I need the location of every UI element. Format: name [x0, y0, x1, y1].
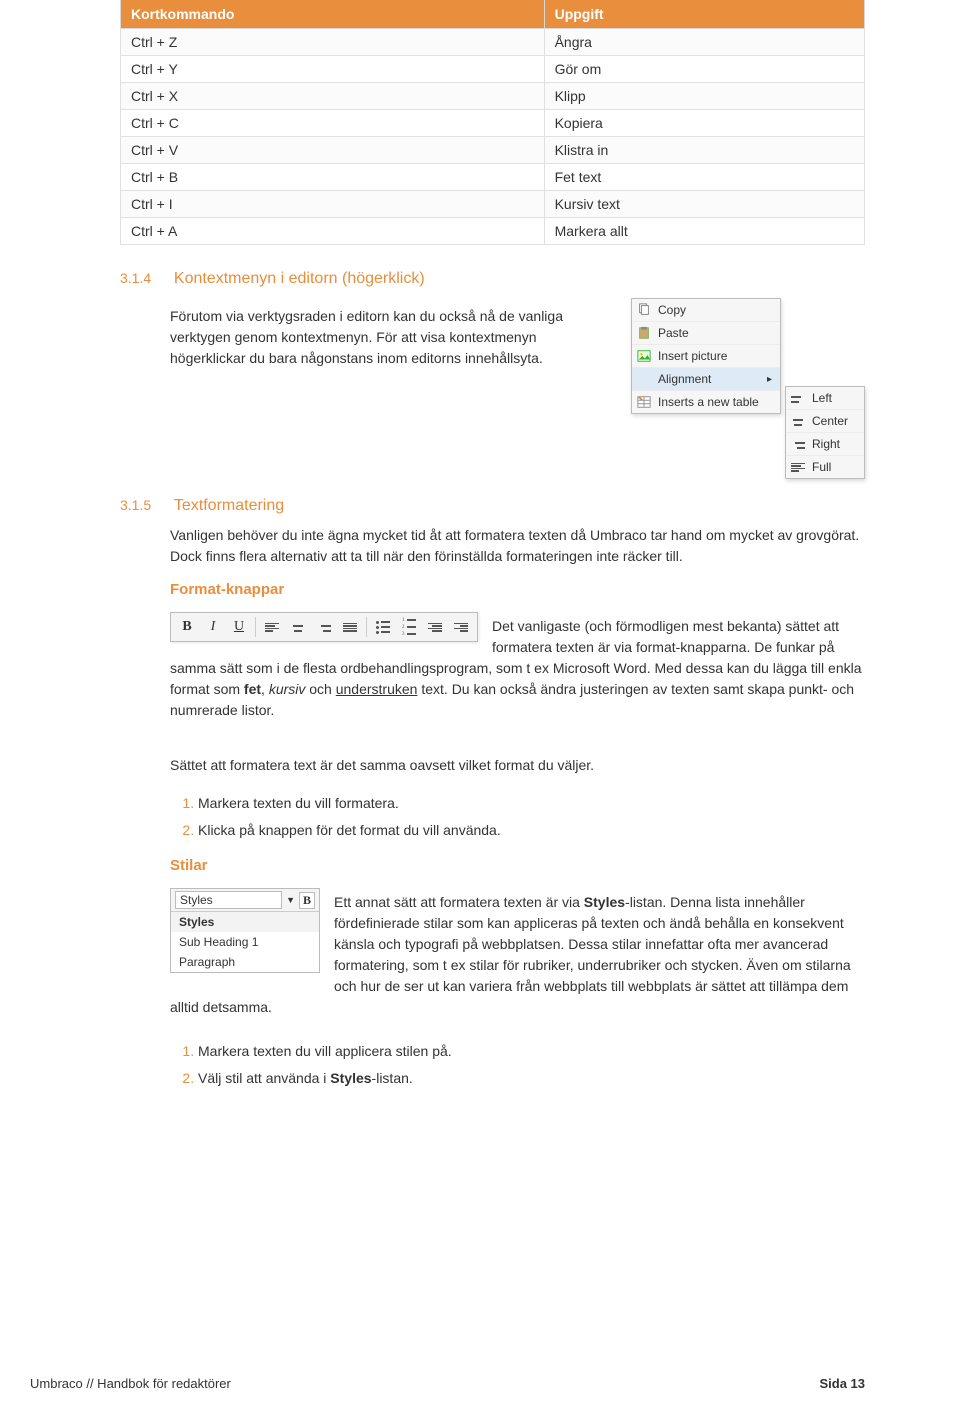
format-knappar-para2: Sättet att formatera text är det samma o…: [170, 755, 865, 776]
shortcut-task: Gör om: [544, 56, 864, 83]
table-row: Ctrl + VKlistra in: [121, 137, 865, 164]
section-315-body: Vanligen behöver du inte ägna mycket tid…: [170, 525, 865, 567]
align-center-button[interactable]: [288, 617, 308, 637]
shortcut-task: Ångra: [544, 29, 864, 56]
table-row: Ctrl + YGör om: [121, 56, 865, 83]
indent-button[interactable]: [451, 617, 471, 637]
bold-button[interactable]: B: [299, 892, 315, 909]
chevron-down-icon: ▼: [286, 895, 295, 905]
paste-icon: [636, 325, 652, 341]
shortcut-key: Ctrl + I: [121, 191, 545, 218]
shortcut-key: Ctrl + B: [121, 164, 545, 191]
shortcut-task: Kursiv text: [544, 191, 864, 218]
footer-right: Sida 13: [819, 1376, 865, 1391]
underline-button[interactable]: U: [229, 617, 249, 637]
shortcut-task: Klistra in: [544, 137, 864, 164]
context-submenu-item[interactable]: Right: [786, 433, 864, 456]
section-title: Kontextmenyn i editorn (högerklick): [174, 270, 425, 287]
format-knappar-heading: Format-knappar: [170, 581, 865, 598]
list-item: Välj stil att använda i Styles-listan.: [198, 1065, 865, 1092]
table-head-task: Uppgift: [544, 0, 864, 29]
shortcut-task: Markera allt: [544, 218, 864, 245]
align-icon: [636, 371, 652, 387]
menu-label: Center: [812, 414, 848, 428]
shortcut-table: Kortkommando Uppgift Ctrl + ZÅngraCtrl +…: [120, 0, 865, 245]
context-submenu-item[interactable]: Full: [786, 456, 864, 478]
shortcut-task: Fet text: [544, 164, 864, 191]
bullet-list-button[interactable]: [373, 617, 393, 637]
section-number: 3.1.5: [120, 497, 170, 513]
menu-label: Alignment: [658, 372, 711, 386]
align-right-icon: [790, 436, 806, 452]
styles-option[interactable]: Styles: [171, 912, 319, 932]
copy-icon: [636, 302, 652, 318]
context-menu-item[interactable]: Insert picture: [632, 345, 780, 368]
align-justify-button[interactable]: [340, 617, 360, 637]
menu-label: Full: [812, 460, 831, 474]
section-314-body: Förutom via verktygsraden i editorn kan …: [170, 306, 613, 369]
styles-dropdown-value: Styles: [175, 891, 282, 909]
shortcut-key: Ctrl + Z: [121, 29, 545, 56]
stilar-steps: Markera texten du vill applicera stilen …: [198, 1038, 865, 1091]
context-menu-item[interactable]: Paste: [632, 322, 780, 345]
page-footer: Umbraco // Handbok för redaktörer Sida 1…: [0, 1376, 960, 1391]
outdent-button[interactable]: [425, 617, 445, 637]
styles-option[interactable]: Paragraph: [171, 952, 319, 972]
list-item: Markera texten du vill formatera.: [198, 790, 865, 817]
menu-label: Paste: [658, 326, 689, 340]
menu-label: Left: [812, 391, 832, 405]
table-icon: [636, 394, 652, 410]
align-left-button[interactable]: [262, 617, 282, 637]
italic-button[interactable]: I: [203, 617, 223, 637]
section-315-heading: 3.1.5 Textformatering: [120, 497, 865, 515]
section-title: Textformatering: [174, 497, 284, 514]
number-list-button[interactable]: 123: [399, 617, 419, 637]
section-314-heading: 3.1.4 Kontextmenyn i editorn (högerklick…: [120, 270, 865, 288]
context-menu-item[interactable]: Inserts a new table: [632, 391, 780, 413]
table-head-shortcut: Kortkommando: [121, 0, 545, 29]
styles-dropdown[interactable]: Styles ▼ B Styles Sub Heading 1 Paragrap…: [170, 888, 320, 973]
table-row: Ctrl + ZÅngra: [121, 29, 865, 56]
chevron-right-icon: ▸: [767, 374, 772, 385]
align-full-icon: [790, 459, 806, 475]
shortcut-key: Ctrl + Y: [121, 56, 545, 83]
context-submenu-item[interactable]: Center: [786, 410, 864, 433]
context-menu-illustration: Copy Paste Insert picture Alignment ▸ Inserts…: [631, 298, 865, 479]
align-left-icon: [790, 390, 806, 406]
shortcut-key: Ctrl + A: [121, 218, 545, 245]
bold-button[interactable]: B: [177, 617, 197, 637]
align-right-button[interactable]: [314, 617, 334, 637]
table-row: Ctrl + XKlipp: [121, 83, 865, 110]
menu-label: Right: [812, 437, 840, 451]
context-menu-item[interactable]: Alignment ▸: [632, 368, 780, 391]
table-row: Ctrl + AMarkera allt: [121, 218, 865, 245]
image-icon: [636, 348, 652, 364]
menu-label: Copy: [658, 303, 686, 317]
context-submenu-item[interactable]: Left: [786, 387, 864, 410]
section-number: 3.1.4: [120, 270, 170, 286]
table-row: Ctrl + CKopiera: [121, 110, 865, 137]
shortcut-task: Klipp: [544, 83, 864, 110]
list-item: Markera texten du vill applicera stilen …: [198, 1038, 865, 1065]
list-item: Klicka på knappen för det format du vill…: [198, 817, 865, 844]
format-steps: Markera texten du vill formatera. Klicka…: [198, 790, 865, 843]
menu-label: Inserts a new table: [658, 395, 759, 409]
shortcut-task: Kopiera: [544, 110, 864, 137]
stilar-heading: Stilar: [170, 857, 865, 874]
footer-left: Umbraco // Handbok för redaktörer: [30, 1376, 231, 1391]
table-row: Ctrl + BFet text: [121, 164, 865, 191]
context-menu-item[interactable]: Copy: [632, 299, 780, 322]
shortcut-key: Ctrl + C: [121, 110, 545, 137]
format-toolbar: B I U 123: [170, 612, 478, 642]
shortcut-key: Ctrl + V: [121, 137, 545, 164]
align-center-icon: [790, 413, 806, 429]
menu-label: Insert picture: [658, 349, 727, 363]
shortcut-key: Ctrl + X: [121, 83, 545, 110]
styles-option[interactable]: Sub Heading 1: [171, 932, 319, 952]
table-row: Ctrl + IKursiv text: [121, 191, 865, 218]
